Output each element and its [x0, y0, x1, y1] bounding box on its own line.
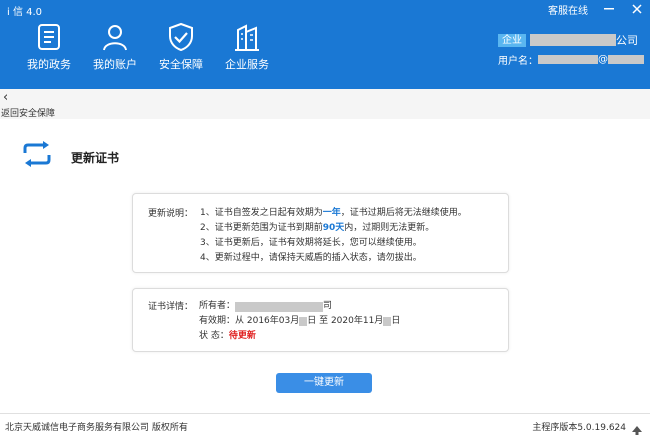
app-header: i 信 4.0 客服在线 我的政务 我的账户 安全保障 企业服务 企业 公司 用… — [0, 0, 650, 89]
one-click-update-button[interactable]: 一键更新 — [276, 373, 372, 393]
version-text: 主程序版本5.0.19.624 — [532, 423, 626, 433]
back-arrow-icon[interactable]: ‹ — [3, 91, 8, 105]
app-title: i 信 4.0 — [7, 7, 43, 18]
redacted-day — [383, 317, 392, 326]
note-text: 1、证书自签发之日起有效期为 — [200, 208, 323, 218]
back-link[interactable]: 返回安全保障 — [1, 106, 55, 119]
note-text: ，证书过期后将无法继续使用。 — [340, 208, 467, 218]
user-icon — [103, 25, 127, 51]
notes-label: 更新说明： — [148, 209, 194, 219]
note-item: 3、证书更新后，证书有效期将延长，您可以继续使用。 — [200, 236, 467, 251]
note-item: 1、证书自签发之日起有效期为一年，证书过期后将无法继续使用。 — [200, 206, 467, 221]
cert-details: 所有者： 司 有效期：从 2016年03月 日 至 2020年11月 日 状 态… — [199, 299, 400, 344]
username-label: 用户名： — [498, 56, 538, 67]
note-highlight: 一年 — [322, 208, 341, 218]
document-list-icon — [38, 24, 60, 50]
cert-validity-row: 有效期：从 2016年03月 日 至 2020年11月 日 — [199, 314, 400, 329]
back-bar — [0, 89, 650, 119]
refresh-icon — [21, 141, 53, 171]
note-text: 3、证书更新后，证书有效期将延长，您可以继续使用。 — [200, 238, 422, 248]
username-row: 用户名： @ — [498, 52, 644, 67]
nav-enterprise-services[interactable]: 企业服务 — [214, 22, 280, 72]
nav-label: 我的账户 — [93, 58, 137, 71]
nav-label: 安全保障 — [159, 58, 203, 71]
note-item: 2、证书更新范围为证书到期前90天内，过期则无法更新。 — [200, 221, 467, 236]
validity-label: 有效期：从 2016年03月 — [199, 316, 300, 326]
note-text: 2、证书更新范围为证书到期前 — [200, 223, 323, 233]
footer: 北京天威诚信电子商务服务有限公司 版权所有 主程序版本5.0.19.624 — [0, 413, 650, 437]
nav-label: 企业服务 — [225, 58, 269, 71]
owner-suffix: 司 — [323, 301, 333, 311]
note-item: 4、更新过程中，请保持天威盾的插入状态，请勿拔出。 — [200, 251, 467, 266]
cert-owner-row: 所有者： 司 — [199, 299, 400, 314]
status-label: 状 态： — [199, 331, 229, 341]
cert-status-row: 状 态：待更新 — [199, 329, 400, 344]
validity-mid: 日 至 2020年11月 — [307, 316, 384, 326]
account-info: 企业 公司 用户名： @ — [498, 32, 644, 67]
owner-label: 所有者： — [199, 301, 236, 311]
copyright-text: 北京天威诚信电子商务服务有限公司 版权所有 — [5, 423, 188, 433]
status-badge: 待更新 — [228, 331, 256, 341]
company-row: 企业 公司 — [498, 32, 644, 48]
nav-my-account[interactable]: 我的账户 — [82, 22, 148, 72]
notes-list: 1、证书自签发之日起有效期为一年，证书过期后将无法继续使用。 2、证书更新范围为… — [200, 206, 467, 266]
nav-label: 我的政务 — [27, 58, 71, 71]
arrow-up-icon[interactable] — [632, 420, 642, 439]
company-name-suffix: 公司 — [616, 34, 638, 47]
nav-my-affairs[interactable]: 我的政务 — [16, 22, 82, 72]
nav-security[interactable]: 安全保障 — [148, 22, 214, 72]
note-text: 4、更新过程中，请保持天威盾的插入状态，请勿拔出。 — [200, 253, 422, 263]
enterprise-badge: 企业 — [498, 33, 526, 47]
shield-check-icon — [169, 22, 193, 52]
page-title: 更新证书 — [71, 151, 120, 165]
note-highlight: 90天 — [322, 223, 345, 233]
username-at: @ — [598, 54, 608, 65]
building-icon — [235, 24, 259, 51]
update-notes-card: 更新说明： 1、证书自签发之日起有效期为一年，证书过期后将无法继续使用。 2、证… — [132, 193, 509, 273]
redacted-username-domain — [608, 55, 644, 64]
cert-details-card: 证书详情： 所有者： 司 有效期：从 2016年03月 日 至 2020年11月… — [132, 288, 509, 352]
support-online-link[interactable]: 客服在线 — [548, 2, 588, 17]
cert-label: 证书详情： — [148, 302, 194, 312]
window-controls: 客服在线 — [548, 2, 644, 17]
minimize-icon[interactable] — [602, 3, 616, 15]
redacted-username — [538, 55, 598, 64]
note-text: 内，过期则无法更新。 — [344, 223, 435, 233]
redacted-owner-name — [235, 301, 324, 312]
main-nav: 我的政务 我的账户 安全保障 企业服务 — [16, 22, 280, 72]
close-icon[interactable] — [630, 3, 644, 15]
validity-end: 日 — [391, 316, 401, 326]
redacted-day — [299, 317, 308, 326]
redacted-company-name — [530, 34, 616, 46]
